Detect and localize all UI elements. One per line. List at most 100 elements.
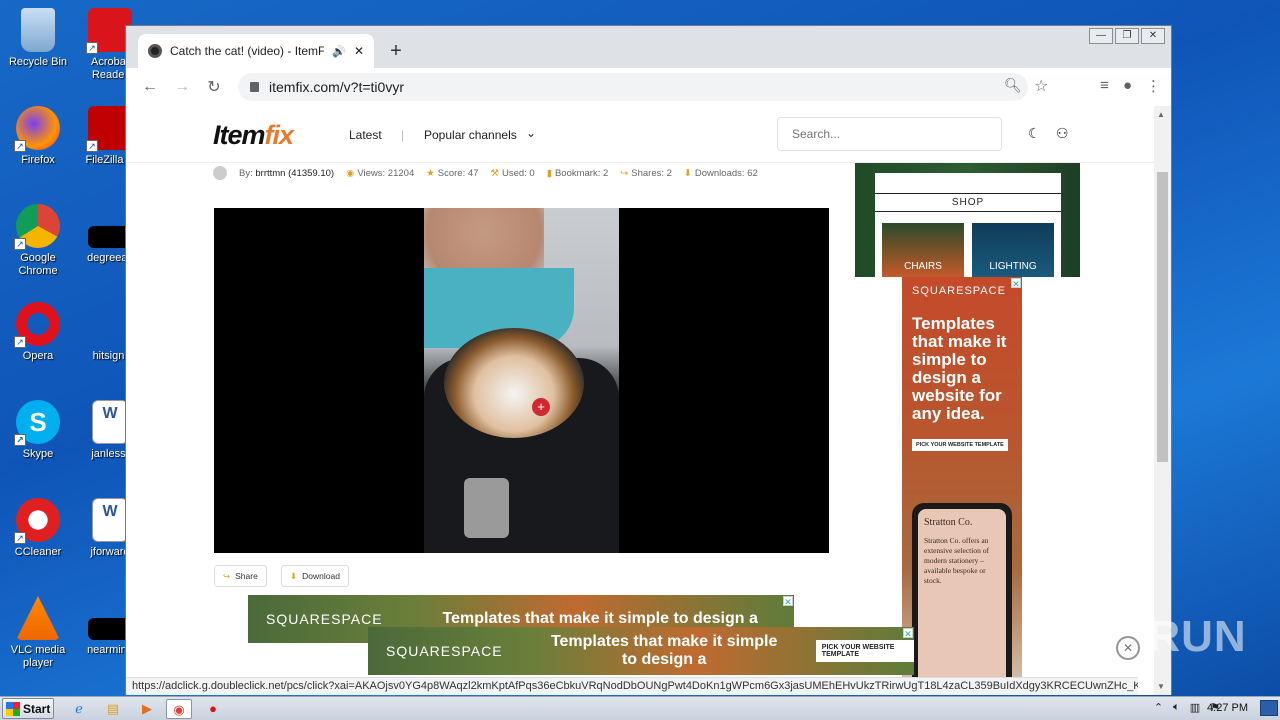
start-label: Start — [23, 701, 51, 716]
user-icon[interactable]: ⚇ — [1056, 125, 1069, 142]
chrome-taskbar-icon[interactable]: ◉ — [166, 699, 192, 719]
ad-cta-button[interactable]: PICK YOUR WEBSITE TEMPLATE — [815, 640, 914, 662]
ad-headline: Templates that make it simple to design … — [912, 314, 1007, 423]
scroll-down-icon[interactable]: ▼ — [1157, 682, 1165, 691]
downloads-text: Downloads: 62 — [694, 167, 758, 179]
ad-shop-title: SHOP — [875, 193, 1061, 212]
desktop-icon-label: Skype — [22, 448, 54, 460]
ad-squarespace-tall[interactable]: ✕ SQUARESPACE Templates that make it sim… — [902, 277, 1022, 695]
bookmark-icon: ▮ — [546, 167, 552, 179]
ad-shop-banner[interactable]: SHOP CHAIRS LIGHTING — [855, 163, 1080, 277]
address-bar[interactable]: itemfix.com/v?t=ti0vyr — [238, 73, 1028, 101]
show-desktop-button[interactable] — [1260, 700, 1278, 716]
star-icon: ★ — [426, 167, 435, 179]
share-icon: ↪ — [223, 570, 231, 581]
tab-title: Catch the cat! (video) - ItemFix — [170, 44, 325, 58]
anyrun-watermark: ANY RUN — [1040, 612, 1247, 661]
page-scrollbar[interactable]: ▲ ▼ — [1154, 106, 1171, 695]
ad-close-icon[interactable]: ✕ — [903, 628, 913, 639]
profile-icon[interactable]: ● — [1123, 77, 1132, 95]
chrome-icon: ↗ — [14, 204, 60, 250]
chevron-down-icon[interactable]: ⌄ — [526, 126, 536, 140]
network-icon[interactable]: ▥ — [1190, 701, 1200, 714]
menu-kebab-icon[interactable]: ⋮ — [1146, 77, 1161, 95]
ad-close-icon[interactable]: ✕ — [783, 596, 793, 607]
zoom-icon[interactable]: 🔍︎ — [1004, 77, 1022, 94]
nav-separator: | — [401, 128, 405, 142]
ad-brand: SQUARESPACE — [386, 643, 503, 659]
search-input[interactable] — [777, 117, 1002, 151]
new-tab-button[interactable]: + — [384, 40, 408, 63]
reload-icon[interactable]: ↻ — [198, 77, 230, 97]
ad-squarespace-bottom-front[interactable]: ✕ SQUARESPACE Templates that make it sim… — [368, 627, 914, 675]
nav-latest[interactable]: Latest — [349, 128, 382, 142]
logo-text: Item — [213, 120, 266, 150]
used-stat: ⚒ Used: 0 — [490, 168, 534, 179]
lock-icon — [250, 82, 259, 92]
author-line: By: brrttmn (41359.10) — [239, 168, 334, 179]
word-document-icon: W — [92, 400, 128, 444]
wrench-icon: ⚒ — [490, 167, 499, 179]
ie-icon[interactable]: ℯ — [66, 699, 92, 719]
downloads-stat: ⬇ Downloads: 62 — [684, 168, 758, 179]
scrollbar-thumb[interactable] — [1157, 172, 1168, 462]
bookmark-text: Bookmark: 2 — [554, 167, 609, 179]
download-button[interactable]: ⬇ Download — [281, 565, 349, 587]
download-icon: ⬇ — [290, 570, 298, 581]
ad-phone-title: Stratton Co. — [924, 517, 973, 528]
views-text: Views: 21204 — [357, 167, 415, 179]
shares-text: Shares: 2 — [631, 167, 672, 179]
ad-close-icon[interactable]: ✕ — [1011, 278, 1021, 289]
download-icon: ⬇ — [683, 167, 692, 179]
back-arrow-icon[interactable]: ← — [134, 78, 166, 96]
tab-close-icon[interactable]: ✕ — [354, 44, 364, 58]
ad-shop-tile-lighting: LIGHTING — [972, 223, 1054, 277]
media-control-icon[interactable]: ≡ — [1100, 77, 1109, 95]
close-window-button[interactable]: ✕ — [1141, 28, 1165, 44]
speaker-icon[interactable]: 🔊 — [332, 45, 346, 58]
ad-brand: SQUARESPACE — [266, 611, 383, 627]
maximize-button[interactable]: ❐ — [1115, 28, 1139, 44]
video-player[interactable]: + — [214, 208, 829, 553]
forward-arrow-icon[interactable]: → — [166, 78, 198, 96]
media-player-icon[interactable]: ▶ — [134, 699, 160, 719]
desktop-icon-vlc[interactable]: VLC media player — [0, 596, 76, 670]
scroll-up-icon[interactable]: ▲ — [1157, 110, 1165, 119]
bookmark-star-icon[interactable]: ☆ — [1034, 76, 1048, 96]
tab-active[interactable]: Catch the cat! (video) - ItemFix 🔊 ✕ — [138, 34, 374, 68]
ad-headline: Templates that make it simple to design … — [442, 610, 758, 627]
share-button[interactable]: ↪ Share — [214, 565, 267, 587]
by-label: By: — [239, 167, 253, 179]
nav-popular-channels[interactable]: Popular channels — [424, 128, 517, 142]
moon-icon[interactable]: ☾ — [1028, 125, 1041, 142]
desktop-icon-opera[interactable]: ↗ Opera — [0, 302, 76, 363]
desktop-icon-skype[interactable]: S ↗ Skype — [0, 400, 76, 461]
ad-headline: Templates that make it simple to design … — [550, 633, 778, 668]
ad-shop-tile-chairs: CHAIRS — [882, 223, 964, 277]
used-text: Used: 0 — [501, 167, 535, 179]
clock[interactable]: 4:27 PM — [1207, 702, 1248, 714]
taskbar: Start ℯ ▤ ▶ ◉ ● ⌃ 🔈︎ ▥ ⚑ 4:27 PM — [0, 696, 1280, 720]
desktop-icon-firefox[interactable]: ↗ Firefox — [0, 106, 76, 167]
speaker-tray-icon[interactable]: 🔈︎ — [1173, 701, 1180, 714]
desktop-icon-chrome[interactable]: ↗ Google Chrome — [0, 204, 76, 278]
swiss-cross-icon: + — [532, 398, 550, 416]
ad-shop-inner: SHOP CHAIRS LIGHTING — [875, 173, 1061, 277]
ad-phone-screen: Stratton Co. Stratton Co. offers an exte… — [918, 509, 1006, 687]
desktop-icon-recycle-bin[interactable]: Recycle Bin — [0, 8, 76, 69]
opera-taskbar-icon[interactable]: ● — [200, 699, 226, 719]
explorer-icon[interactable]: ▤ — [100, 699, 126, 719]
itemfix-logo[interactable]: Itemfix — [213, 120, 294, 151]
windows-logo-icon — [6, 701, 20, 716]
opera-icon: ↗ — [14, 302, 60, 348]
tray-expand-icon[interactable]: ⌃ — [1154, 701, 1163, 714]
desktop-icon-label: Google Chrome — [18, 252, 58, 277]
ad-phone-text: Stratton Co. offers an extensive selecti… — [924, 536, 989, 585]
start-button[interactable]: Start — [2, 698, 54, 719]
skype-icon: S ↗ — [14, 400, 60, 446]
desktop-icon-ccleaner[interactable]: ↗ CCleaner — [0, 498, 76, 559]
ad-cta-button[interactable]: PICK YOUR WEBSITE TEMPLATE — [912, 439, 1008, 451]
minimize-button[interactable]: — — [1089, 28, 1113, 44]
author-link[interactable]: brrttmn (41359.10) — [255, 168, 334, 179]
ad-brand: SQUARESPACE — [912, 285, 1006, 297]
